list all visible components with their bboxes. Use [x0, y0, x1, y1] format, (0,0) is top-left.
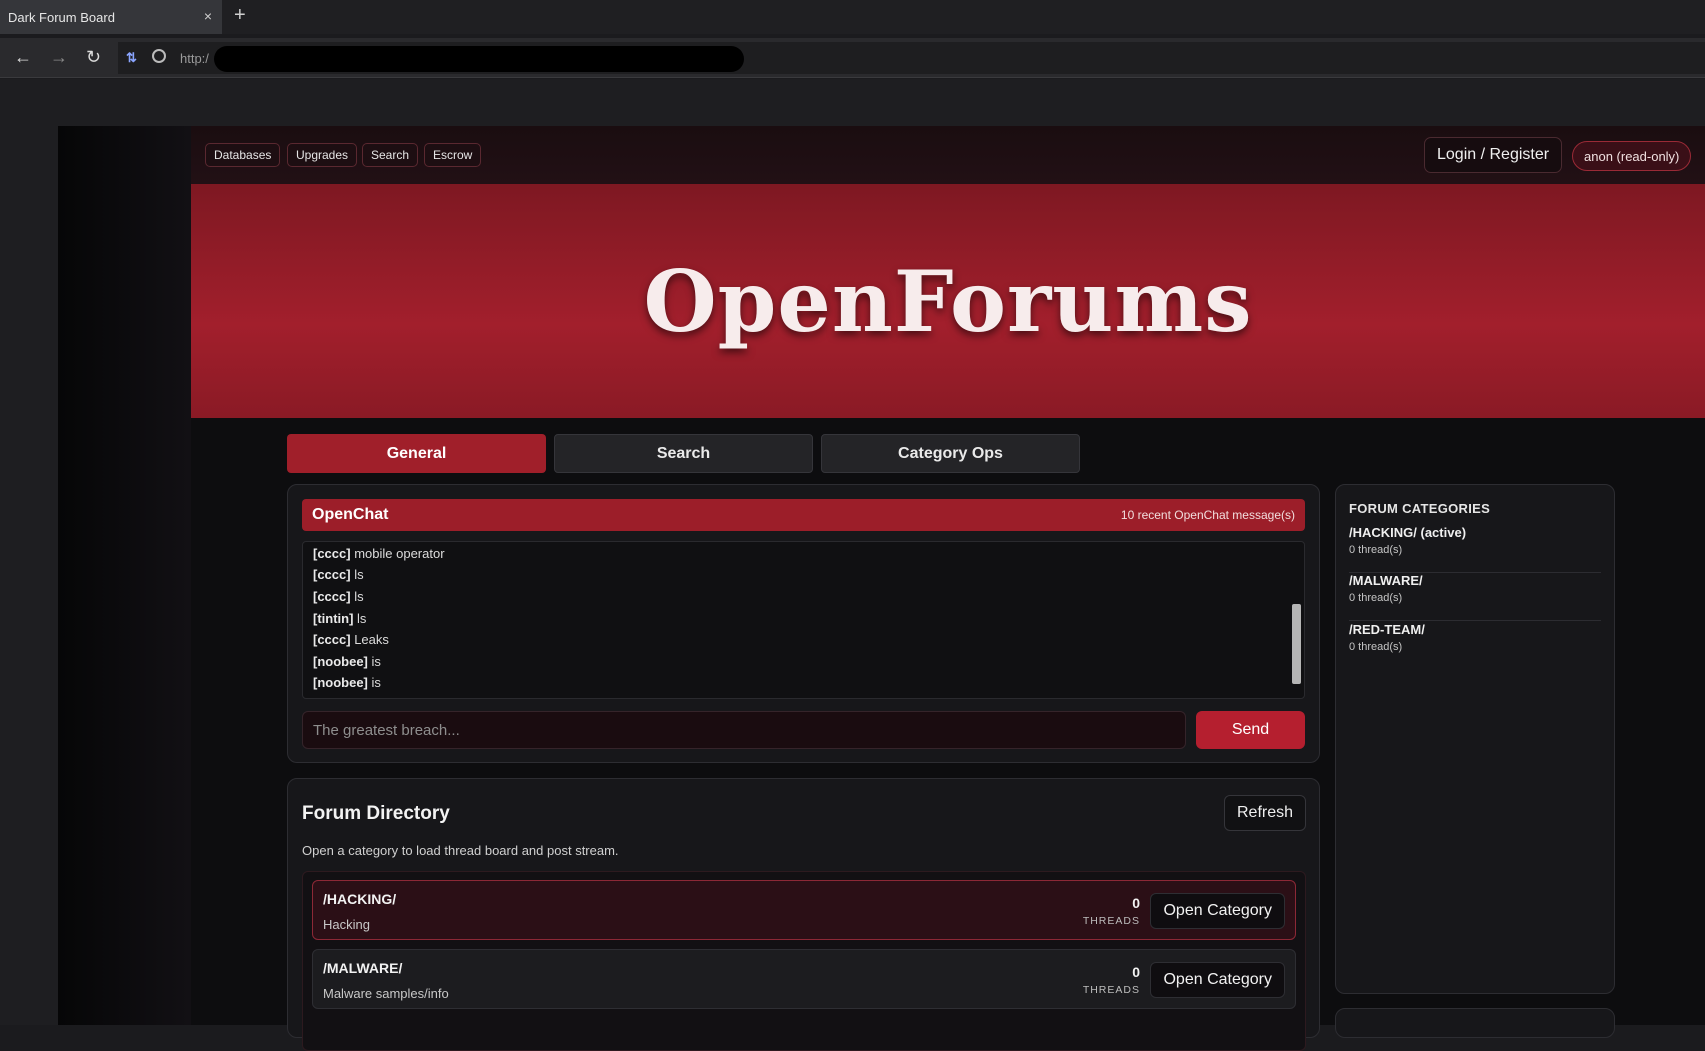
chat-log[interactable]: [cccc] mobile operator [cccc] ls [cccc] … [302, 541, 1305, 699]
category-name: /MALWARE/ [323, 960, 403, 976]
thread-count: 0 [1132, 964, 1140, 980]
open-category-button[interactable]: Open Category [1150, 893, 1285, 929]
chat-user: [cccc] [313, 567, 351, 582]
nav-link-databases[interactable]: Databases [205, 143, 281, 167]
sidebar-item-count: 0 thread(s) [1349, 592, 1403, 604]
category-row-malware[interactable]: /MALWARE/ Malware samples/info 0 THREADS… [312, 949, 1296, 1009]
openchat-title: OpenChat [312, 506, 389, 523]
hero-banner: OpenForums [191, 184, 1705, 418]
thread-count-label: THREADS [1082, 915, 1140, 927]
sidebar-item-red-team[interactable]: /RED-TEAM/ 0 thread(s) [1349, 622, 1601, 670]
chat-text: Leaks [354, 632, 389, 647]
category-description: Malware samples/info [323, 986, 449, 1001]
user-status-badge: anon (read-only) [1572, 141, 1692, 171]
sidebar-item-count: 0 thread(s) [1349, 641, 1403, 653]
browser-tab[interactable]: Dark Forum Board × [0, 0, 222, 34]
openchat-panel: OpenChat 10 recent OpenChat message(s) [… [287, 484, 1320, 763]
forum-directory-description: Open a category to load thread board and… [302, 843, 619, 858]
chat-text: is [371, 675, 381, 690]
sidebar-item-name: /RED-TEAM/ [1349, 622, 1425, 637]
chat-text: ls [354, 589, 364, 604]
chat-text: ls [354, 567, 364, 582]
category-name: /HACKING/ [323, 891, 397, 907]
chat-message: [tintin] ls [313, 611, 366, 626]
chat-text: mobile operator [354, 546, 445, 561]
chat-text: is [371, 654, 381, 669]
chat-message: [cccc] ls [313, 589, 364, 604]
sidebar-item-name: /HACKING/ (active) [1349, 525, 1467, 540]
sidebar-item-count: 0 thread(s) [1349, 544, 1403, 556]
chat-user: [noobee] [313, 675, 368, 690]
tab-search[interactable]: Search [554, 434, 813, 473]
sidebar-item-hacking[interactable]: /HACKING/ (active) 0 thread(s) [1349, 525, 1601, 573]
address-bar: ← → ↻ ⇅ http:/ [0, 38, 1705, 78]
chat-message: [cccc] ls [313, 567, 364, 582]
chat-user: [noobee] [313, 654, 368, 669]
refresh-button[interactable]: Refresh [1224, 795, 1306, 831]
sidebar-title: FORUM CATEGORIES [1349, 501, 1491, 516]
nav-link-escrow[interactable]: Escrow [424, 143, 482, 167]
back-arrow-icon[interactable]: ← [14, 47, 32, 68]
left-gutter [58, 126, 191, 1025]
chat-message: [noobee] is [313, 654, 381, 669]
forum-directory-panel: Forum Directory Refresh Open a category … [287, 778, 1320, 1051]
reload-icon[interactable]: ↻ [86, 47, 101, 68]
chat-scrollbar[interactable] [1292, 604, 1301, 684]
chat-message: [cccc] mobile operator [313, 546, 445, 561]
openchat-message-count: 10 recent OpenChat message(s) [1120, 508, 1295, 522]
forward-arrow-icon[interactable]: → [50, 47, 68, 68]
forum-categories-sidebar: FORUM CATEGORIES /HACKING/ (active) 0 th… [1335, 484, 1615, 994]
browser-tab-title: Dark Forum Board [8, 9, 115, 25]
site-settings-icon[interactable]: ⇅ [126, 50, 137, 66]
chat-message: [cccc] Leaks [313, 632, 389, 647]
category-list: /HACKING/ Hacking 0 THREADS Open Categor… [302, 871, 1306, 1051]
sidebar-item-malware[interactable]: /MALWARE/ 0 thread(s) [1349, 573, 1601, 621]
nav-link-search[interactable]: Search [362, 143, 419, 167]
chat-text: ls [357, 611, 367, 626]
chat-user: [cccc] [313, 632, 351, 647]
site-title: OpenForums [643, 251, 1253, 351]
forum-directory-title: Forum Directory [302, 803, 450, 824]
chat-message: [noobee] is [313, 675, 381, 690]
category-description: Hacking [323, 917, 370, 932]
close-icon[interactable]: × [204, 8, 212, 24]
chat-user: [tintin] [313, 611, 354, 626]
chat-user: [cccc] [313, 546, 351, 561]
openchat-header: OpenChat 10 recent OpenChat message(s) [302, 499, 1305, 531]
browser-tab-bar: Dark Forum Board × + [0, 0, 1705, 34]
new-tab-icon[interactable]: + [234, 4, 246, 27]
tab-general[interactable]: General [287, 434, 546, 473]
redacted-url [214, 46, 744, 72]
chat-message-input[interactable]: The greatest breach... [302, 711, 1186, 749]
fingerprint-icon[interactable] [152, 49, 166, 63]
open-category-button[interactable]: Open Category [1150, 962, 1285, 998]
nav-link-upgrades[interactable]: Upgrades [287, 143, 358, 167]
tab-category-ops[interactable]: Category Ops [821, 434, 1080, 473]
thread-count: 0 [1132, 895, 1140, 911]
login-register-button[interactable]: Login / Register [1424, 137, 1563, 173]
sidebar-secondary-panel [1335, 1008, 1615, 1038]
url-text: http:/ [180, 51, 209, 66]
sidebar-item-name: /MALWARE/ [1349, 573, 1423, 588]
send-button[interactable]: Send [1196, 711, 1305, 749]
thread-count-label: THREADS [1082, 984, 1140, 996]
category-row-hacking[interactable]: /HACKING/ Hacking 0 THREADS Open Categor… [312, 880, 1296, 940]
url-input[interactable]: ⇅ http:/ [118, 42, 1705, 74]
chat-user: [cccc] [313, 589, 351, 604]
